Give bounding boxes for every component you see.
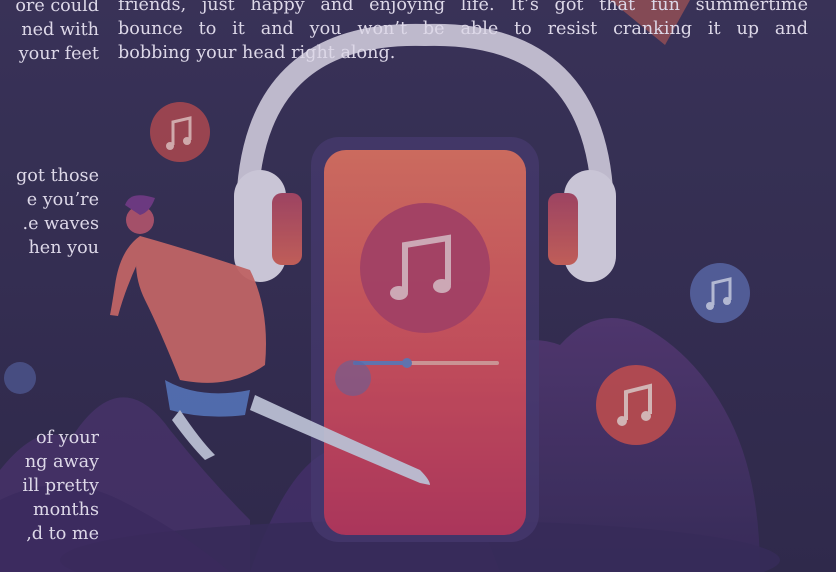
- text-line: bobbing your head right along.: [118, 43, 396, 63]
- text-line: ore could: [15, 0, 99, 16]
- music-note-icon: [150, 102, 210, 162]
- right-paragraph: friends, just happy and enjoying life. I…: [118, 0, 808, 65]
- text-line: d to me,: [26, 524, 99, 544]
- text-line: ng away: [24, 452, 99, 472]
- text-line: hen you: [28, 238, 99, 258]
- text-line: your feet: [18, 44, 99, 64]
- left-paragraph-3: of your ng away ill pretty months d to m…: [0, 426, 99, 546]
- music-note-icon: [596, 365, 676, 445]
- text-line: e you’re: [26, 190, 99, 210]
- music-illustration: [0, 0, 836, 572]
- text-line: ned with: [21, 20, 99, 40]
- text-line: ill pretty: [22, 476, 99, 496]
- left-paragraph-1: ore could ned with your feet: [0, 0, 99, 66]
- text-line: months: [32, 500, 99, 520]
- text-line: got those: [16, 166, 99, 186]
- music-note-icon: [690, 263, 750, 323]
- text-line: e waves.: [22, 214, 99, 234]
- text-line: bounce to it and you won’t be able to re…: [118, 19, 808, 39]
- text-line: friends, just happy and enjoying life. I…: [118, 0, 808, 15]
- text-line: of your: [36, 428, 99, 448]
- left-paragraph-2: got those e you’re e waves. hen you: [0, 164, 99, 260]
